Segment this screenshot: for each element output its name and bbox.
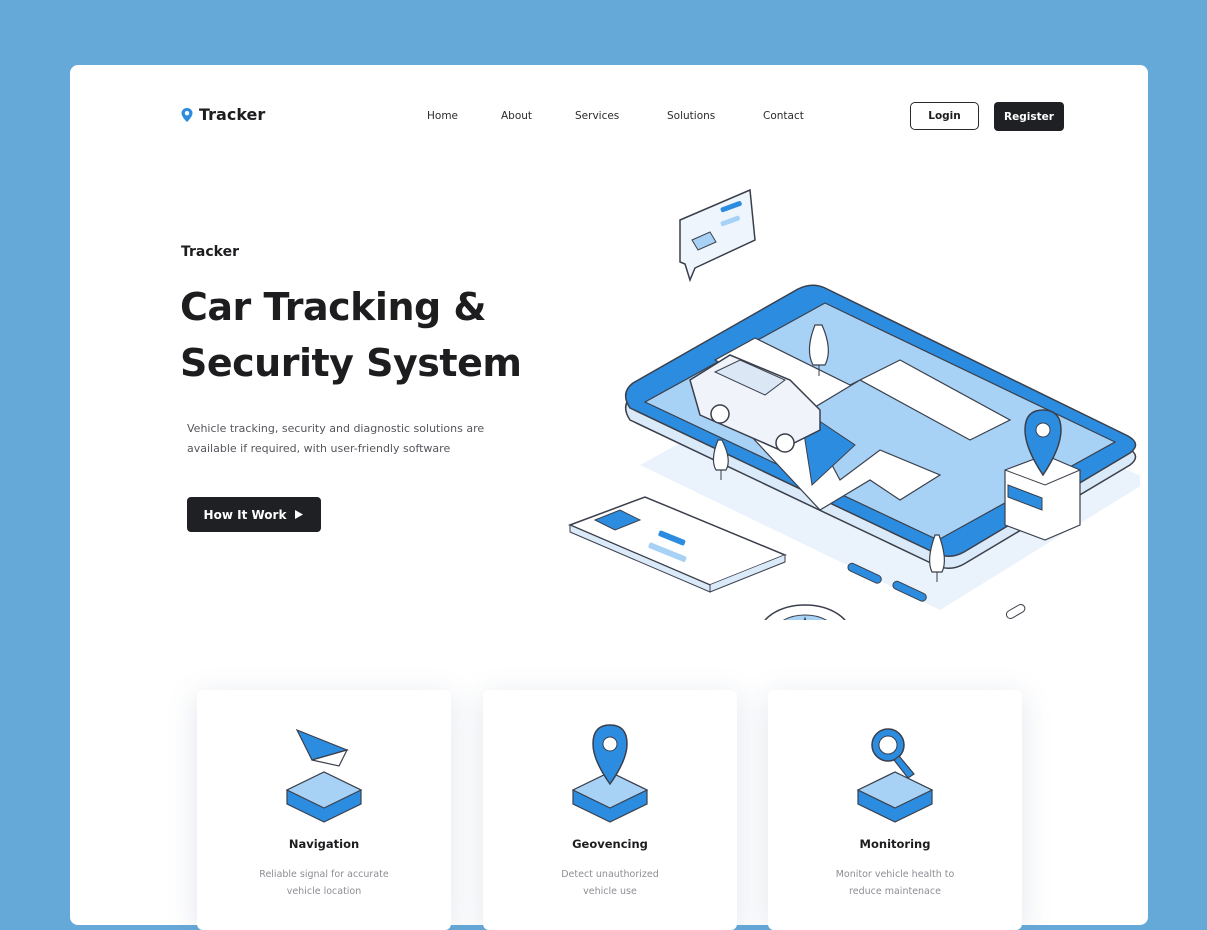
magnifier-icon [856,728,934,823]
feature-description: Monitor vehicle health to reduce mainten… [808,866,982,900]
feature-title: Navigation [288,837,360,851]
navigation-arrow-icon [285,728,363,823]
feature-title: Geovencing [572,837,648,851]
how-it-work-button[interactable]: How It Work [187,497,321,532]
feature-description: Detect unauthorized vehicle use [523,866,697,900]
hero-description-line-1: Vehicle tracking, security and diagnosti… [187,422,485,435]
feature-description: Reliable signal for accurate vehicle loc… [237,866,411,900]
nav-solutions[interactable]: Solutions [667,110,715,122]
location-pin-icon [181,107,193,122]
nav-contact[interactable]: Contact [763,110,804,122]
hero-eyebrow: Tracker [181,244,239,260]
nav-services[interactable]: Services [575,110,619,122]
hero-title-line-2: Security System [180,341,522,385]
feature-description-line-1: Detect unauthorized [561,869,659,880]
message-bubble-icon [679,188,756,283]
feature-card-geovencing[interactable]: Geovencing Detect unauthorized vehicle u… [483,690,737,930]
nav-home[interactable]: Home [427,110,458,122]
hero-title-line-1: Car Tracking & [180,285,487,329]
brand-name: Tracker [199,105,266,124]
feature-description-line-2: vehicle location [286,886,362,897]
hero-illustration [567,188,1140,620]
hero-description-line-2: available if required, with user-friendl… [187,442,451,455]
nav-about[interactable]: About [501,110,532,122]
brand-logo[interactable]: Tracker [180,105,265,124]
hero-title: Car Tracking & Security System [180,279,600,391]
register-button[interactable]: Register [994,102,1064,131]
feature-description-line-1: Reliable signal for accurate [259,869,389,880]
feature-title: Monitoring [859,837,931,851]
feature-card-monitoring[interactable]: Monitoring Monitor vehicle health to red… [768,690,1022,930]
feature-card-navigation[interactable]: Navigation Reliable signal for accurate … [197,690,451,930]
compass-icon [764,604,846,620]
cta-label: How It Work [203,507,287,522]
feature-description-line-2: reduce maintenace [849,886,941,897]
map-pin-icon [571,724,649,823]
login-button[interactable]: Login [910,102,979,130]
play-arrow-icon [295,510,304,519]
feature-description-line-1: Monitor vehicle health to [835,869,955,880]
hero-description: Vehicle tracking, security and diagnosti… [187,419,527,459]
page-frame: Tracker Home About Services Solutions Co… [70,65,1148,930]
feature-description-line-2: vehicle use [583,886,637,897]
